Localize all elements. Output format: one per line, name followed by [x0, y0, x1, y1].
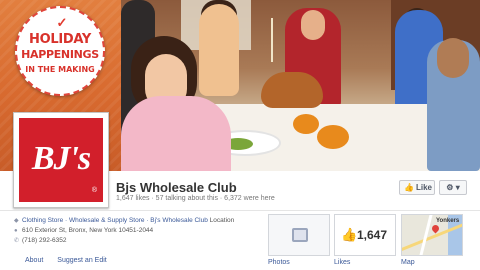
photos-tile-label[interactable]: Photos	[268, 259, 290, 266]
logo-text: BJ's	[31, 140, 91, 177]
boy-head	[437, 38, 469, 78]
info-links: About Suggest an Edit	[25, 257, 121, 264]
address-text: 610 Exterior St, Bronx, New York 10451-2…	[22, 227, 154, 234]
badge-line-3: IN THE MAKING	[25, 65, 95, 74]
holiday-happenings-badge: ✓ HOLIDAY HAPPENINGS IN THE MAKING	[15, 6, 105, 96]
suggest-edit-link[interactable]: Suggest an Edit	[57, 257, 106, 264]
grandfather-head	[301, 10, 325, 40]
badge-line-2: HAPPENINGS	[21, 48, 99, 61]
phone-text: (718) 292-6352	[22, 237, 67, 244]
photos-tile[interactable]	[268, 214, 330, 256]
likes-tile-label[interactable]: Likes	[334, 259, 350, 266]
badge-line-1: HOLIDAY	[29, 32, 91, 47]
map-tile[interactable]: Yonkers	[401, 214, 463, 256]
divider	[0, 210, 480, 211]
profile-picture[interactable]: BJ's ®	[13, 112, 109, 208]
settings-menu-button[interactable]: ⚙ ▾	[439, 180, 467, 195]
categories-suffix: Location	[207, 217, 235, 224]
registered-mark-icon: ®	[91, 187, 97, 194]
pumpkin	[293, 114, 319, 134]
bjs-logo: BJ's ®	[19, 118, 103, 202]
likes-count: 1,647	[357, 228, 388, 242]
page-stats: 1,647 likes · 57 talking about this · 6,…	[116, 195, 275, 202]
like-button[interactable]: 👍 Like	[399, 180, 435, 195]
likes-tile[interactable]: 👍 1,647	[334, 214, 396, 256]
categories-line: ◆ Clothing Store · Wholesale & Supply Sto…	[14, 216, 234, 226]
location-pin-icon: ●	[14, 228, 18, 234]
categories-link[interactable]: Clothing Store · Wholesale & Supply Stor…	[22, 217, 208, 224]
thumbs-up-icon: 👍	[341, 227, 358, 242]
map-city-label: Yonkers	[436, 218, 460, 224]
pumpkin	[317, 125, 349, 149]
thumbs-up-icon: 👍	[404, 183, 414, 192]
map-tile-label[interactable]: Map	[401, 259, 415, 266]
roast-turkey	[261, 72, 323, 108]
phone-line: ✆ (718) 292-6352	[14, 236, 66, 246]
checkmark-icon: ✓	[56, 15, 68, 30]
chevron-down-icon: ▾	[455, 183, 460, 192]
phone-icon: ✆	[14, 238, 20, 244]
family-dinner-photo	[121, 0, 480, 171]
address-line: ● 610 Exterior St, Bronx, New York 10451-…	[14, 226, 153, 236]
woman	[199, 4, 239, 96]
about-link[interactable]: About	[25, 257, 43, 264]
photos-icon	[292, 228, 308, 242]
like-button-label: Like	[415, 183, 432, 192]
girl	[121, 96, 231, 171]
gear-icon: ⚙	[446, 183, 454, 192]
page-title[interactable]: Bjs Wholesale Club	[116, 180, 237, 195]
tag-icon: ◆	[14, 218, 19, 224]
page-info-box: ◆ Clothing Store · Wholesale & Supply Sto…	[12, 214, 262, 256]
